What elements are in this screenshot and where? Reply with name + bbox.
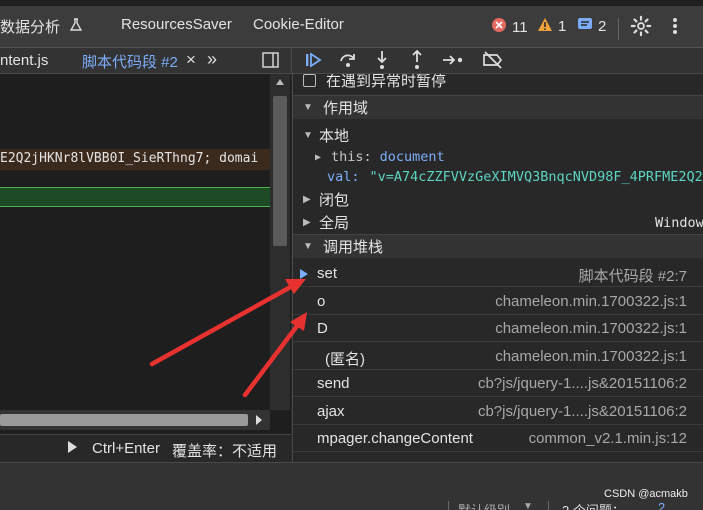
warning-icon [537, 17, 553, 36]
deactivate-breakpoints-icon[interactable] [482, 51, 504, 72]
toggle-debugger-sidebar-icon[interactable] [262, 52, 279, 71]
console-divider [548, 501, 549, 510]
scroll-up-arrow-icon[interactable] [276, 79, 284, 85]
execution-line-highlight [0, 187, 270, 207]
collapsed-triangle-icon: ▶ [303, 217, 311, 228]
editor-horizontal-scrollbar[interactable] [0, 410, 270, 430]
tab-cookie-editor[interactable]: Cookie-Editor [253, 16, 344, 33]
scrollbar-thumb[interactable] [273, 96, 287, 246]
error-count-badge[interactable]: 11 [491, 17, 528, 37]
dropdown-chevron-icon: ▼ [523, 501, 533, 510]
expanded-triangle-icon: ▼ [303, 241, 313, 252]
editor-vertical-scrollbar[interactable] [270, 74, 290, 410]
pause-on-exceptions-row[interactable]: 在遇到异常时暂停 [303, 74, 446, 91]
run-snippet-play-icon[interactable] [68, 441, 77, 453]
current-frame-arrow-icon [300, 269, 308, 279]
tab-resources-saver[interactable]: ResourcesSaver [121, 16, 232, 33]
flask-icon [69, 18, 83, 36]
scope-section-header[interactable]: ▼ 作用域 [293, 95, 703, 119]
step-out-icon[interactable] [410, 49, 424, 73]
issues-count[interactable]: 2 [658, 500, 665, 510]
call-frame-row[interactable]: D chameleon.min.1700322.js:1 [293, 315, 703, 342]
call-frame-row[interactable]: send cb?js/jquery-1....js&20151106:2 [293, 370, 703, 397]
more-options-kebab-icon[interactable] [672, 17, 678, 38]
call-frame-row[interactable]: mpager.changeContent common_v2.1.min.js:… [293, 425, 703, 452]
resume-execution-icon[interactable] [305, 52, 322, 71]
console-divider [448, 501, 449, 510]
paused-line-highlight: E2Q2jHKNr8lVBB0I_SieRThng7; domai [0, 149, 270, 170]
toolbar-divider [618, 18, 619, 40]
log-level-select[interactable]: 默认级别 [458, 500, 510, 510]
collapsed-triangle-icon: ▶ [303, 194, 311, 205]
call-frame-row[interactable]: ajax cb?js/jquery-1....js&20151106:2 [293, 398, 703, 425]
error-icon [491, 17, 507, 37]
editor-status-bar: Ctrl+Enter 覆盖率：不适用 [0, 434, 291, 462]
sources-subtoolbar: ntent.js 脚本代码段 #2 × » [0, 48, 703, 77]
pause-on-exceptions-checkbox[interactable] [303, 74, 316, 87]
step-over-icon[interactable] [339, 52, 357, 71]
debugger-sidebar: 在遇到异常时暂停 ▼ 作用域 ▼ 本地 ▶ this: document val… [292, 74, 703, 462]
message-count-badge[interactable]: 2 [577, 17, 606, 36]
scope-global-row[interactable]: ▶ 全局 [303, 212, 349, 233]
pane-divider [291, 48, 292, 74]
scope-local-row[interactable]: ▼ 本地 [303, 125, 349, 146]
scroll-right-arrow-icon[interactable] [256, 415, 262, 425]
settings-gear-icon[interactable] [630, 15, 652, 40]
expanded-triangle-icon: ▼ [303, 130, 313, 141]
scope-val-row[interactable]: val: "v=A74cZZFVVzGeXIMVQ3BnqcNVD98F_4PR… [327, 169, 703, 185]
call-frame-row-partial[interactable] [293, 452, 703, 462]
coverage-label: 覆盖率：不适用 [172, 443, 278, 460]
code-editor[interactable]: E2Q2jHKNr8lVBB0I_SieRThng7; domai [0, 74, 291, 434]
collapsed-triangle-icon: ▶ [315, 151, 322, 163]
scope-this-row[interactable]: ▶ this: document [315, 149, 445, 165]
callstack-section-header[interactable]: ▼ 调用堆栈 [293, 234, 703, 258]
step-icon[interactable] [442, 53, 464, 70]
step-into-icon[interactable] [375, 50, 389, 73]
global-value: Window [655, 215, 703, 231]
devtools-toolbar: 数据分析 ResourcesSaver Cookie-Editor 11 1 2 [0, 0, 703, 48]
expanded-triangle-icon: ▼ [303, 102, 313, 113]
tab-data-analysis[interactable]: 数据分析 [0, 16, 83, 37]
close-tab-icon[interactable]: × [186, 50, 196, 70]
call-frame-row[interactable]: o chameleon.min.1700322.js:1 [293, 288, 703, 315]
issues-label[interactable]: 2 个问题： [562, 500, 625, 510]
scope-closure-row[interactable]: ▶ 闭包 [303, 189, 349, 210]
console-drawer: 默认级别 ▼ 2 个问题： 2 CSDN @acmakb [0, 462, 703, 510]
watermark-text: CSDN @acmakb [604, 488, 688, 500]
call-frame-row[interactable]: (匿名) chameleon.min.1700322.js:1 [293, 343, 703, 370]
warning-count-badge[interactable]: 1 [537, 17, 566, 36]
scrollbar-thumb-horizontal[interactable] [0, 414, 248, 426]
more-tabs-chevron-icon[interactable]: » [207, 49, 217, 70]
code-line-text: E2Q2jHKNr8lVBB0I_SieRThng7; domai [0, 151, 259, 166]
call-frame-row[interactable]: set 脚本代码段 #2:7 [293, 260, 703, 287]
run-shortcut-label: Ctrl+Enter [92, 440, 160, 457]
message-icon [577, 17, 593, 36]
editor-tab-content-js[interactable]: ntent.js [0, 52, 48, 69]
